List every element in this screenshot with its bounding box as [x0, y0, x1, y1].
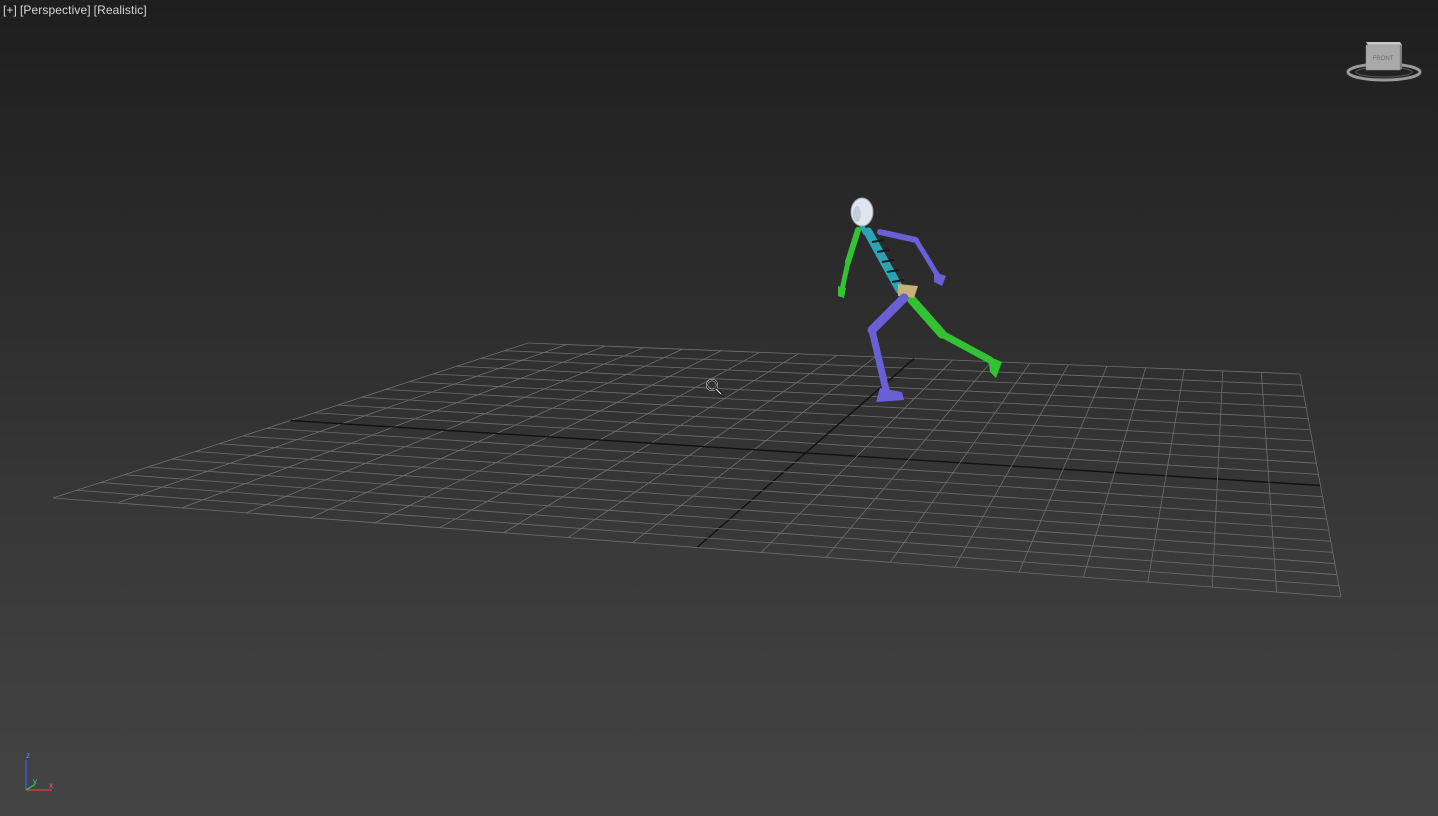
biped-right-foot	[876, 388, 904, 402]
biped-left-hand	[838, 286, 846, 298]
grid-line	[52, 497, 1342, 598]
biped-left-foot	[988, 356, 1002, 378]
axis-x-label: x	[49, 781, 53, 790]
world-axis-tripod: z y x	[25, 751, 53, 791]
grid-line	[1147, 369, 1185, 583]
biped-head-shade	[853, 206, 861, 222]
biped-right-upperarm	[877, 229, 919, 243]
biped-right-forearm	[913, 237, 941, 279]
axis-z-label: z	[26, 751, 30, 760]
biped-left-calf	[938, 330, 994, 364]
biped-right-calf	[868, 326, 890, 394]
biped-right-hand	[934, 272, 946, 286]
axis-y-label: y	[33, 777, 37, 786]
biped-left-thigh	[907, 295, 947, 339]
grid-line	[1299, 373, 1342, 598]
biped-right-thigh	[867, 293, 909, 335]
home-grid	[52, 342, 1342, 598]
biped-left-upperarm	[845, 227, 861, 265]
viewcube-front-label: FRONT	[1373, 56, 1394, 62]
biped-left-forearm	[839, 259, 851, 293]
viewcube-top-face[interactable]	[1366, 42, 1402, 45]
viewcube[interactable]: FRONT	[1344, 36, 1424, 86]
viewcube-right-face[interactable]	[1400, 45, 1402, 70]
grid-line	[76, 489, 1339, 587]
zoom-magnifier-icon	[706, 379, 723, 396]
viewport-scene[interactable]	[0, 0, 1438, 816]
